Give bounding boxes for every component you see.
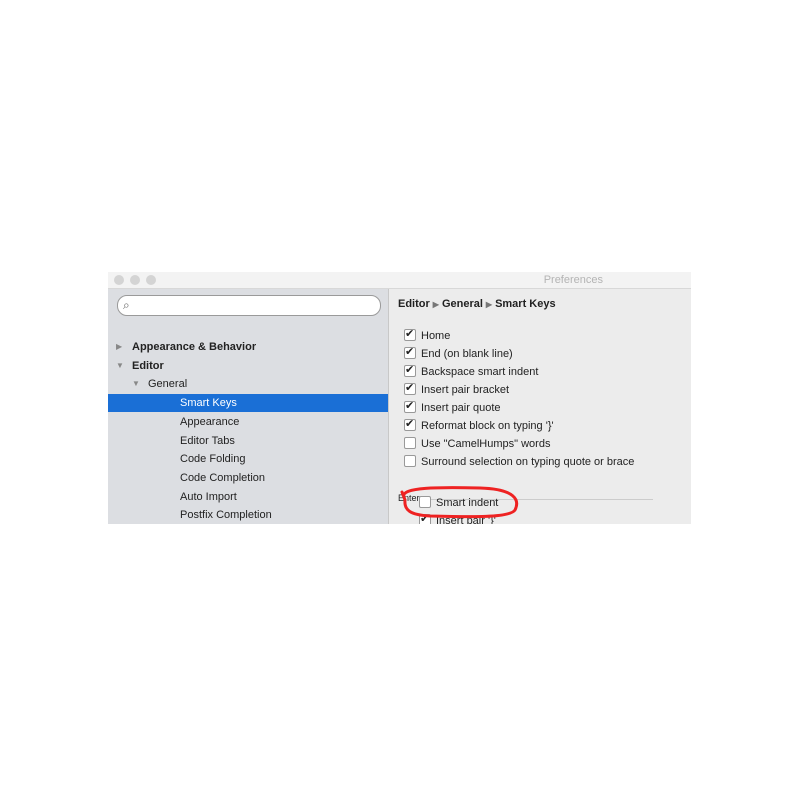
checkbox-checked-icon[interactable] xyxy=(404,362,416,378)
checkbox-label: End (on blank line) xyxy=(421,348,513,360)
sidebar-item-label: Smart Keys xyxy=(180,397,237,410)
checkbox-reformat-block-on-typing[interactable]: Reformat block on typing '}' xyxy=(404,416,554,434)
sidebar-item-label: Code Folding xyxy=(180,453,246,466)
sidebar-item-label: Editor xyxy=(132,359,164,372)
sidebar-item-editor-tabs[interactable]: Editor Tabs xyxy=(108,432,388,450)
sidebar-item-appearance-behavior[interactable]: ▶ Appearance & Behavior xyxy=(108,338,388,356)
checkbox-label: Insert pair bracket xyxy=(421,384,510,396)
breadcrumb-separator-icon: ▶ xyxy=(432,300,439,309)
checkbox-use-camelhumps-words[interactable]: Use "CamelHumps" words xyxy=(404,436,550,452)
sidebar-item-general[interactable]: ▼ General xyxy=(108,375,388,393)
breadcrumb-separator-icon: ▶ xyxy=(485,300,493,309)
checkbox-end-on-blank-line[interactable]: End (on blank line) xyxy=(404,344,513,362)
checkbox-checked-icon[interactable] xyxy=(404,344,416,360)
checkbox-checked-icon[interactable] xyxy=(404,380,416,396)
sidebar-item-label: Editor Tabs xyxy=(180,434,235,447)
smart-keys-panel: Editor▶General▶Smart Keys HomeEnd (on bl… xyxy=(389,289,691,524)
sidebar-item-editor[interactable]: ▼ Editor xyxy=(108,357,388,375)
checkbox-surround-selection-on-typing-quote-or-brace[interactable]: Surround selection on typing quote or br… xyxy=(404,454,634,470)
expanded-arrow-icon[interactable]: ▼ xyxy=(132,375,140,393)
expanded-arrow-icon[interactable]: ▼ xyxy=(116,357,124,375)
checkbox-label: Surround selection on typing quote or br… xyxy=(421,456,635,468)
checkbox-smart-indent[interactable]: Smart indent xyxy=(419,495,498,511)
checkbox-label: Reformat block on typing '}' xyxy=(421,420,554,432)
sidebar-item-label: Appearance & Behavior xyxy=(132,341,257,353)
sidebar-item-postfix-completion[interactable]: Postfix Completion xyxy=(108,506,388,524)
checkbox-checked-icon[interactable] xyxy=(404,416,416,432)
checkbox-label: Insert pair '}' xyxy=(436,515,496,524)
checkbox-checked-icon[interactable] xyxy=(404,326,416,342)
search-icon: ⌕ xyxy=(123,298,130,312)
checkbox-insert-pair-quote[interactable]: Insert pair quote xyxy=(404,398,501,416)
checkbox-unchecked-icon[interactable] xyxy=(404,437,416,449)
checkbox-label: Home xyxy=(421,330,451,342)
title-bar: Preferences xyxy=(108,272,691,289)
search-field[interactable]: ⌕ xyxy=(117,295,381,316)
window-title: Preferences xyxy=(543,274,603,286)
checkbox-label: Backspace smart indent xyxy=(421,366,539,378)
enter-section-label: Enter xyxy=(398,493,420,503)
checkbox-unchecked-icon[interactable] xyxy=(404,455,416,467)
search-input[interactable] xyxy=(138,298,372,314)
checkbox-checked-icon[interactable] xyxy=(419,511,431,524)
sidebar-item-label: Appearance xyxy=(180,415,240,428)
sidebar-item-smart-keys[interactable]: Smart Keys xyxy=(108,394,388,413)
breadcrumb-item: Editor xyxy=(398,298,430,310)
sidebar-item-label: Postfix Completion xyxy=(180,509,272,522)
preferences-window: Preferences ⌕ ▶ Appearance & Behavior ▼ Edi… xyxy=(108,272,691,524)
sidebar-item-code-folding[interactable]: Code Folding xyxy=(108,450,388,468)
checkbox-unchecked-icon[interactable] xyxy=(419,496,431,508)
sidebar-item-auto-import[interactable]: Auto Import xyxy=(108,488,388,506)
checkbox-label: Smart indent xyxy=(436,497,499,509)
sidebar-item-label: Code Completion xyxy=(180,471,265,484)
breadcrumb: Editor ▶ General ▶ Smart Keys xyxy=(398,298,556,310)
breadcrumb-item: General xyxy=(441,298,483,310)
checkbox-checked-icon[interactable] xyxy=(404,398,416,414)
checkbox-home[interactable]: Home xyxy=(404,326,451,344)
checkbox-insert-pair[interactable]: Insert pair '}' xyxy=(419,511,496,524)
checkbox-label: Use "CamelHumps" words xyxy=(421,438,551,450)
breadcrumb-item: Smart Keys xyxy=(495,298,556,310)
settings-sidebar: ⌕ ▶ Appearance & Behavior ▼ Editor ▼ General S… xyxy=(108,289,389,524)
sidebar-item-code-completion[interactable]: Code Completion xyxy=(108,469,388,487)
sidebar-item-label: General xyxy=(148,378,188,391)
checkbox-backspace-smart-indent[interactable]: Backspace smart indent xyxy=(404,362,539,380)
sidebar-item-label: Auto Import xyxy=(180,490,237,503)
checkbox-label: Insert pair quote xyxy=(421,402,501,414)
collapsed-arrow-icon[interactable]: ▶ xyxy=(116,338,122,356)
checkbox-insert-pair-bracket[interactable]: Insert pair bracket xyxy=(404,380,510,398)
sidebar-item-appearance[interactable]: Appearance xyxy=(108,413,388,431)
